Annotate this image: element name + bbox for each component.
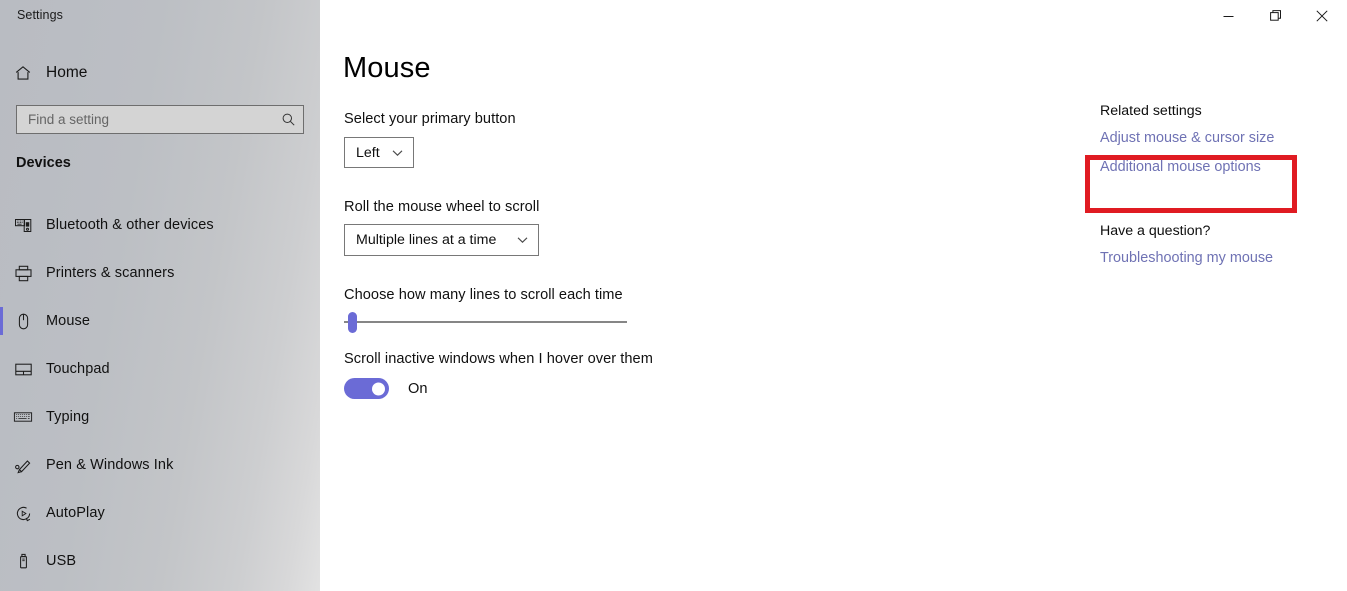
mouse-icon — [0, 312, 46, 331]
toggle-knob — [372, 382, 385, 395]
sidebar: Settings Home Devices — [0, 0, 320, 591]
related-settings-panel: Related settings Adjust mouse & cursor s… — [1100, 103, 1330, 277]
inactive-scroll-label: Scroll inactive windows when I hover ove… — [344, 351, 653, 367]
primary-button-label: Select your primary button — [344, 111, 516, 127]
link-troubleshooting-my-mouse[interactable]: Troubleshooting my mouse — [1100, 248, 1330, 269]
sidebar-item-mouse[interactable]: Mouse — [0, 297, 320, 345]
sidebar-item-typing[interactable]: Typing — [0, 393, 320, 441]
sidebar-item-pen-windows-ink[interactable]: Pen & Windows Ink — [0, 441, 320, 489]
inactive-scroll-toggle-row: On — [344, 378, 427, 399]
related-settings-title: Related settings — [1100, 103, 1202, 119]
inactive-scroll-toggle[interactable] — [344, 378, 389, 399]
sidebar-item-label: Typing — [46, 409, 90, 425]
selection-indicator — [0, 307, 3, 335]
touchpad-icon — [0, 360, 46, 379]
link-additional-mouse-options[interactable]: Additional mouse options — [1100, 157, 1330, 178]
home-icon — [0, 64, 46, 82]
sidebar-item-label: Bluetooth & other devices — [46, 217, 214, 233]
autoplay-icon — [0, 504, 46, 523]
lines-slider[interactable] — [344, 310, 627, 336]
wheel-scroll-dropdown[interactable]: Multiple lines at a time — [344, 224, 539, 256]
pen-icon — [0, 456, 46, 475]
sidebar-item-touchpad[interactable]: Touchpad — [0, 345, 320, 393]
toggle-state-label: On — [408, 380, 428, 397]
sidebar-item-home[interactable]: Home — [0, 56, 320, 90]
sidebar-item-autoplay[interactable]: AutoPlay — [0, 489, 320, 537]
chevron-down-icon — [517, 236, 538, 244]
bluetooth-devices-icon — [0, 216, 46, 235]
sidebar-item-label: AutoPlay — [46, 505, 105, 521]
page-title: Mouse — [343, 52, 431, 84]
sidebar-item-label: Pen & Windows Ink — [46, 457, 174, 473]
sidebar-item-bluetooth-other-devices[interactable]: Bluetooth & other devices — [0, 201, 320, 249]
settings-window: Settings Home Devices — [0, 0, 1347, 591]
main-content: Mouse Select your primary button Left Ro… — [320, 0, 1347, 591]
usb-icon — [0, 552, 46, 571]
chevron-down-icon — [392, 149, 413, 157]
keyboard-icon — [0, 407, 46, 427]
link-adjust-mouse-cursor-size[interactable]: Adjust mouse & cursor size — [1100, 128, 1330, 149]
search-input[interactable] — [17, 106, 273, 133]
sidebar-item-label: USB — [46, 553, 77, 569]
have-a-question-title: Have a question? — [1100, 223, 1211, 239]
printer-icon — [0, 264, 46, 283]
sidebar-item-label: Printers & scanners — [46, 265, 175, 281]
slider-track — [344, 321, 627, 323]
sidebar-item-label: Touchpad — [46, 361, 110, 377]
sidebar-item-label: Mouse — [46, 313, 91, 329]
primary-button-value: Left — [356, 144, 380, 161]
search-icon — [273, 112, 303, 127]
sidebar-item-printers-scanners[interactable]: Printers & scanners — [0, 249, 320, 297]
wheel-scroll-value: Multiple lines at a time — [356, 232, 497, 248]
sidebar-item-usb[interactable]: USB — [0, 537, 320, 585]
wheel-scroll-label: Roll the mouse wheel to scroll — [344, 199, 540, 215]
primary-button-dropdown[interactable]: Left — [344, 137, 414, 168]
sidebar-nav-list: Bluetooth & other devices Printers & sca… — [0, 201, 320, 585]
sidebar-item-home-label: Home — [46, 64, 88, 81]
search-box[interactable] — [16, 105, 304, 134]
lines-slider-label: Choose how many lines to scroll each tim… — [344, 287, 623, 303]
slider-thumb[interactable] — [348, 312, 357, 333]
window-title: Settings — [17, 8, 63, 22]
sidebar-category-header: Devices — [16, 155, 71, 171]
